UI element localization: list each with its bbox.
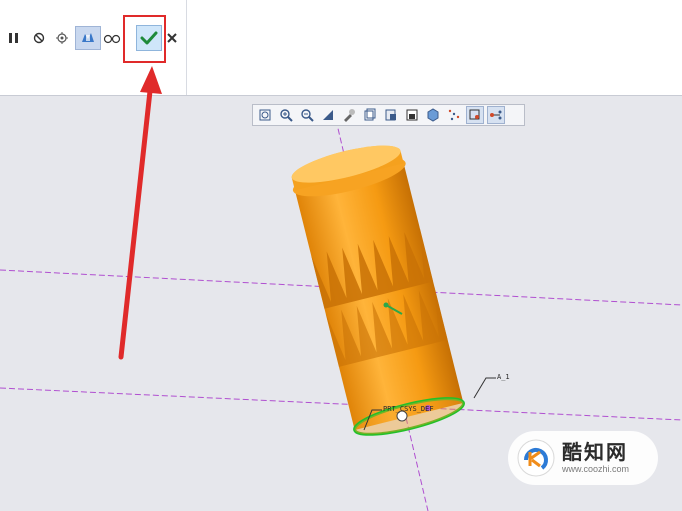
refit-icon (259, 109, 271, 121)
annotation-arrow (118, 79, 154, 360)
datum-plane-line (0, 387, 682, 421)
saved-orientations-button[interactable] (361, 106, 379, 124)
csys-label: PRT_CSYS_DEF (383, 405, 434, 413)
watermark-logo-icon (516, 438, 556, 478)
zoom-out-icon (301, 109, 314, 122)
datum-display-icon (448, 109, 460, 121)
datum-display-button[interactable] (445, 106, 463, 124)
watermark-url: www.coozhi.com (562, 464, 630, 474)
zoom-out-button[interactable] (298, 106, 316, 124)
cylinder-part[interactable] (287, 138, 469, 443)
appearance-icon (427, 108, 439, 122)
graphics-toolbar (252, 104, 525, 126)
watermark: 酷知网 www.coozhi.com (508, 431, 658, 485)
display-style-icon (385, 109, 396, 121)
refit-button[interactable] (256, 106, 274, 124)
section-icon (406, 109, 418, 121)
repaint-icon (323, 110, 333, 120)
appearance-button[interactable] (424, 106, 442, 124)
view-manager-button[interactable] (340, 106, 358, 124)
spin-center-icon (469, 109, 480, 120)
spin-center-button[interactable] (466, 106, 484, 124)
leader-line (473, 377, 496, 399)
display-style-button[interactable] (382, 106, 400, 124)
zoom-in-icon (280, 109, 293, 122)
saved-orientations-icon (364, 108, 376, 121)
axis-label: A_1 (497, 373, 510, 381)
annotation-arrowhead (140, 66, 162, 94)
view-manager-icon (344, 109, 355, 122)
watermark-title: 酷知网 (562, 440, 628, 464)
zoom-in-button[interactable] (277, 106, 295, 124)
repaint-button[interactable] (319, 106, 337, 124)
csys-origin (383, 302, 389, 308)
annotation-display-icon (490, 110, 502, 120)
section-button[interactable] (403, 106, 421, 124)
annotation-display-button[interactable] (487, 106, 505, 124)
